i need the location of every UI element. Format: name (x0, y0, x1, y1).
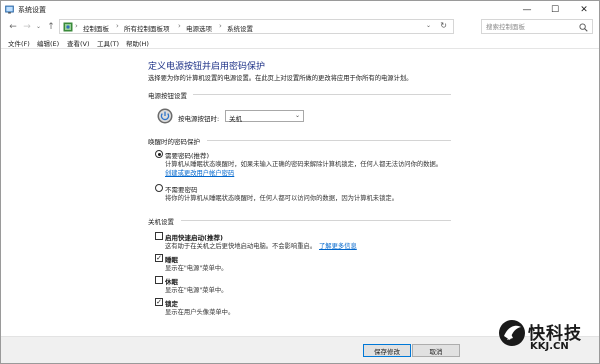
section-divider (207, 140, 451, 141)
learn-more-link[interactable]: 了解更多信息 (319, 241, 357, 250)
section-divider (193, 94, 451, 95)
sleep-checkbox[interactable]: ✓ (155, 254, 163, 262)
page-subtitle: 选择要为你的计算机设置的电源设置。在此页上对设置所做的更改将应用于你所有的电源计… (148, 75, 413, 82)
save-changes-button[interactable]: 保存修改 (363, 344, 411, 357)
forward-arrow-icon[interactable]: → (21, 20, 33, 33)
menu-view[interactable]: 查看(V) (67, 38, 90, 48)
control-panel-app-icon (5, 5, 14, 14)
lock-desc: 显示在用户头像菜单中。 (165, 309, 235, 316)
search-input[interactable] (486, 22, 576, 32)
chevron-down-icon: ⌄ (294, 112, 300, 119)
breadcrumb-separator-icon: › (116, 22, 119, 30)
breadcrumb-separator-icon: › (75, 22, 78, 30)
cancel-button[interactable]: 取消 (412, 344, 460, 357)
power-button-icon (157, 108, 173, 124)
menu-file[interactable]: 文件(F) (8, 38, 30, 48)
power-button-action-value: 关机 (229, 115, 242, 123)
address-bar[interactable]: › 控制面板 › 所有控制面板项 › 电源选项 › 系统设置 ⌄ ↻ (59, 19, 454, 34)
title-bar: 系统设置 — ☐ ✕ (1, 1, 599, 18)
breadcrumb-all-items[interactable]: 所有控制面板项 (124, 23, 170, 33)
wake-password-heading: 唤醒时的密码保护 (148, 138, 200, 146)
breadcrumb-system-settings[interactable]: 系统设置 (227, 23, 253, 33)
main-content: 定义电源按钮并启用密码保护 选择要为你的计算机设置的电源设置。在此页上对设置所做… (1, 48, 599, 335)
power-button-action-select[interactable]: 关机 ⌄ (225, 110, 304, 123)
change-password-link[interactable]: 创建或更改用户帐户密码 (165, 168, 234, 177)
minimize-button[interactable]: — (513, 1, 541, 18)
search-box[interactable] (481, 19, 593, 34)
require-password-desc: 计算机从睡眠状态唤醒时，如果未输入正确的密码来解除计算机锁定，任何人都无法访问你… (165, 161, 443, 168)
up-arrow-icon[interactable]: ↑ (45, 20, 57, 33)
refresh-icon[interactable]: ↻ (440, 21, 447, 30)
breadcrumb-separator-icon: › (178, 22, 181, 30)
watermark-logo-icon (499, 320, 525, 346)
navigation-bar: ← → ⌄ ↑ › 控制面板 › 所有控制面板项 › 电源选项 › 系统设置 ⌄… (1, 18, 599, 35)
menu-help[interactable]: 帮助(H) (126, 38, 149, 48)
address-dropdown-icon[interactable]: ⌄ (426, 22, 431, 29)
menu-edit[interactable]: 编辑(E) (37, 38, 59, 48)
close-button[interactable]: ✕ (569, 1, 599, 18)
watermark-url: KKJ.CN (530, 341, 569, 352)
menu-bar: 文件(F) 编辑(E) 查看(V) 工具(T) 帮助(H) (1, 36, 599, 48)
no-password-radio[interactable] (155, 184, 163, 192)
recent-locations-chevron-icon[interactable]: ⌄ (34, 20, 43, 33)
maximize-button[interactable]: ☐ (541, 1, 569, 18)
no-password-desc: 将你的计算机从睡眠状态唤醒时，任何人都可以访问你的数据，因为计算机未锁定。 (165, 195, 398, 202)
power-button-settings-heading: 电源按钮设置 (148, 92, 187, 100)
hibernate-checkbox[interactable] (155, 276, 163, 284)
control-panel-icon (63, 22, 73, 32)
page-title: 定义电源按钮并启用密码保护 (148, 62, 266, 72)
breadcrumb-separator-icon: › (219, 22, 222, 30)
settings-window: 系统设置 — ☐ ✕ ← → ⌄ ↑ › 控制面板 › 所有控制面板项 › 电源… (0, 0, 600, 364)
fast-startup-checkbox[interactable] (155, 232, 163, 240)
breadcrumb-control-panel[interactable]: 控制面板 (83, 23, 109, 33)
hibernate-desc: 显示在"电源"菜单中。 (165, 287, 228, 294)
search-icon[interactable] (579, 23, 588, 32)
section-divider (181, 220, 451, 221)
menu-tools[interactable]: 工具(T) (97, 38, 119, 48)
power-button-action-label: 按电源按钮时: (178, 115, 220, 123)
window-title: 系统设置 (18, 6, 46, 14)
sleep-desc: 显示在"电源"菜单中。 (165, 265, 228, 272)
watermark: 快科技 KKJ.CN (498, 318, 600, 364)
fast-startup-desc: 这有助于在关机之后更快地启动电脑。不会影响重启。 (165, 243, 317, 250)
require-password-radio[interactable] (155, 150, 163, 158)
breadcrumb-power-options[interactable]: 电源选项 (186, 23, 212, 33)
shutdown-settings-heading: 关机设置 (148, 218, 174, 226)
lock-checkbox[interactable]: ✓ (155, 298, 163, 306)
back-arrow-icon[interactable]: ← (7, 20, 19, 33)
